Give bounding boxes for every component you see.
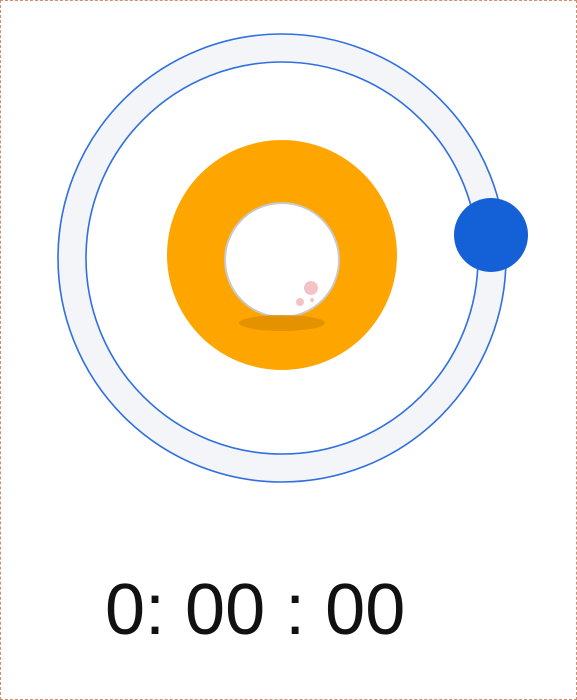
bubble-small <box>296 298 304 306</box>
donut-shadow <box>239 315 325 331</box>
bubble-tiny <box>310 298 314 302</box>
timer-dial <box>57 33 528 483</box>
bubble-large <box>304 281 318 295</box>
donut-icon <box>167 140 397 370</box>
timer-text: 0: 00 : 00 <box>105 570 406 650</box>
progress-handle[interactable] <box>454 198 528 272</box>
